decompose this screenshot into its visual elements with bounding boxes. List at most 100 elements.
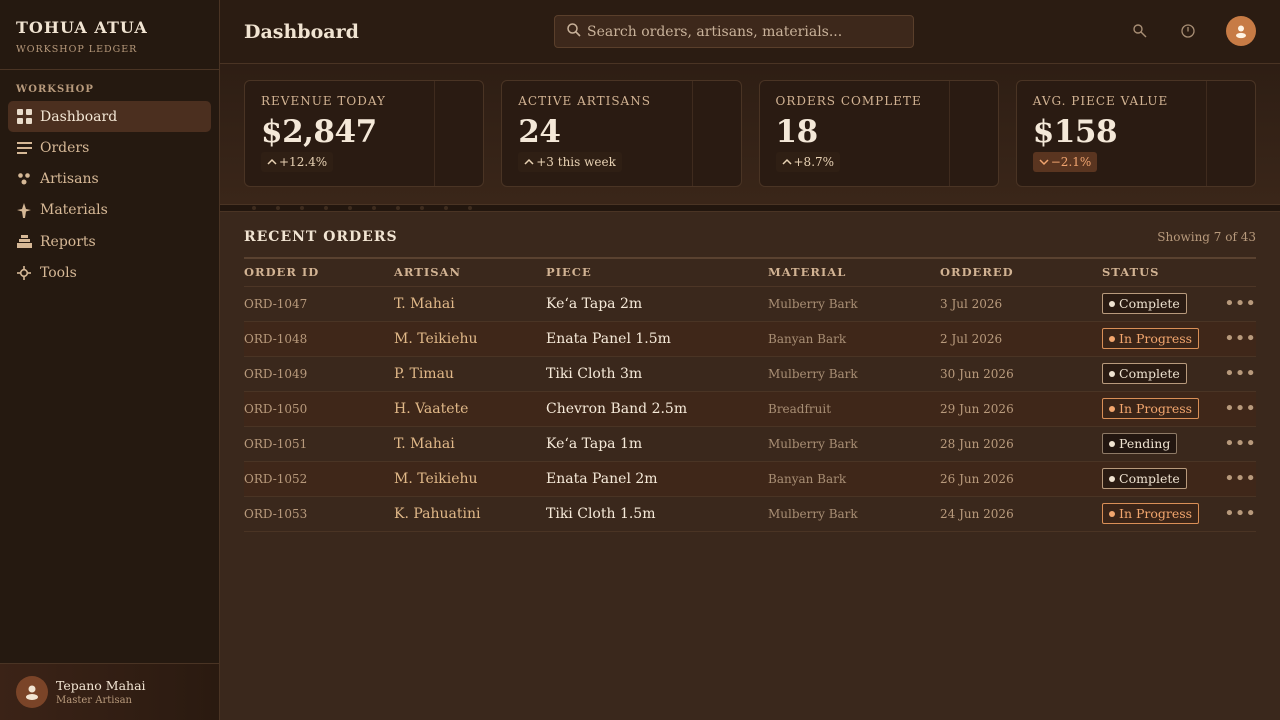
artisan-name[interactable]: H. Vaatete: [394, 391, 546, 427]
piece-name: Tiki Cloth 3m: [546, 356, 768, 392]
row-menu-icon[interactable]: •••: [1222, 426, 1256, 462]
sidebar-item-artisans[interactable]: Artisans: [8, 164, 211, 195]
row-menu-icon[interactable]: •••: [1222, 391, 1256, 427]
order-id[interactable]: ORD-1047: [244, 286, 394, 322]
table-row[interactable]: ORD-1049 P. Timau Tiki Cloth 3m Mulberry Ba…: [244, 356, 1256, 392]
order-id[interactable]: ORD-1049: [244, 356, 394, 392]
grid-icon: [16, 109, 32, 125]
artisan-name[interactable]: M. Teikiehu: [394, 461, 546, 497]
status-badge: Complete: [1102, 293, 1187, 314]
row-menu-icon[interactable]: •••: [1222, 356, 1256, 392]
sidebar-item-label: Reports: [40, 233, 96, 250]
status-text: In Progress: [1119, 331, 1193, 346]
column-header[interactable]: ORDERED: [940, 259, 1102, 287]
brand-title: TOHUA ATUA: [16, 18, 148, 37]
orders-table: ORDER ID ARTISAN PIECE MATERIAL ORDERED …: [244, 259, 1256, 532]
status-text: In Progress: [1119, 506, 1193, 521]
account-avatar[interactable]: [1226, 16, 1256, 46]
power-icon[interactable]: [1178, 21, 1198, 41]
order-date: 3 Jul 2026: [940, 286, 1102, 322]
stat-label: ACTIVE ARTISANS: [518, 94, 651, 108]
sidebar-item-dashboard[interactable]: Dashboard: [8, 101, 211, 132]
column-header-actions: [1222, 259, 1256, 287]
sidebar-item-orders[interactable]: Orders: [8, 132, 211, 163]
sidebar-item-label: Tools: [40, 264, 77, 281]
status-dot: [1109, 405, 1115, 412]
people-icon: [16, 171, 32, 187]
stat-card-avg-value: AVG. PIECE VALUE $158 −2.1%: [1015, 80, 1256, 187]
column-header[interactable]: STATUS: [1102, 259, 1222, 287]
piece-name: Enata Panel 1.5m: [546, 321, 768, 357]
status-text: Complete: [1119, 471, 1180, 486]
brand: TOHUA ATUA WORKSHOP LEDGER: [0, 0, 219, 70]
order-date: 26 Jun 2026: [940, 461, 1102, 497]
column-header[interactable]: ARTISAN: [394, 259, 546, 287]
order-id[interactable]: ORD-1048: [244, 321, 394, 357]
top-actions: [1130, 16, 1256, 46]
order-id[interactable]: ORD-1050: [244, 391, 394, 427]
piece-name: Chevron Band 2.5m: [546, 391, 768, 427]
artisan-name[interactable]: T. Mahai: [394, 426, 546, 462]
status-badge: In Progress: [1102, 398, 1200, 419]
key-icon[interactable]: [1130, 21, 1150, 41]
status-cell: Complete: [1102, 461, 1222, 497]
stat-value: 24: [518, 114, 561, 150]
order-date: 30 Jun 2026: [940, 356, 1102, 392]
stat-delta: +8.7%: [775, 152, 841, 172]
stat-delta-text: +3 this week: [536, 155, 616, 169]
table-header-row: ORDER ID ARTISAN PIECE MATERIAL ORDERED …: [244, 259, 1256, 287]
order-date: 28 Jun 2026: [940, 426, 1102, 462]
search-box[interactable]: [554, 15, 914, 48]
chevron-up-icon: [524, 158, 534, 165]
table-row[interactable]: ORD-1053 K. Pahuatini Tiki Cloth 1.5m Mulbe…: [244, 496, 1256, 532]
stat-card-revenue: REVENUE TODAY $2,847 +12.4%: [244, 80, 485, 187]
piece-name: Keʻa Tapa 1m: [546, 426, 768, 462]
chevron-up-icon: [781, 158, 792, 165]
artisan-name[interactable]: K. Pahuatini: [394, 496, 546, 532]
column-header[interactable]: PIECE: [546, 259, 768, 287]
order-date: 2 Jul 2026: [940, 321, 1102, 357]
sidebar-item-reports[interactable]: Reports: [8, 226, 211, 257]
table-row[interactable]: ORD-1052 M. Teikiehu Enata Panel 2m Banyan …: [244, 461, 1256, 497]
sidebar-item-label: Orders: [40, 139, 90, 156]
stat-label: ORDERS COMPLETE: [775, 94, 922, 108]
artisan-name[interactable]: M. Teikiehu: [394, 321, 546, 357]
sidebar-item-label: Artisans: [40, 171, 99, 188]
user-name: Tepano Mahai: [56, 678, 146, 693]
order-id[interactable]: ORD-1053: [244, 496, 394, 532]
material: Mulberry Bark: [768, 356, 940, 392]
artisan-name[interactable]: P. Timau: [394, 356, 546, 392]
status-cell: In Progress: [1102, 496, 1222, 532]
status-badge: In Progress: [1102, 328, 1200, 349]
stack-icon: [16, 234, 32, 250]
stat-delta: +12.4%: [261, 152, 334, 172]
row-menu-icon[interactable]: •••: [1222, 461, 1256, 497]
search-input[interactable]: [587, 23, 897, 40]
table-row[interactable]: ORD-1048 M. Teikiehu Enata Panel 1.5m Banya…: [244, 321, 1256, 357]
order-id[interactable]: ORD-1052: [244, 461, 394, 497]
user-profile[interactable]: Tepano Mahai Master Artisan: [0, 663, 219, 720]
row-menu-icon[interactable]: •••: [1222, 496, 1256, 532]
row-menu-icon[interactable]: •••: [1222, 286, 1256, 322]
status-badge: Pending: [1102, 433, 1178, 454]
artisan-name[interactable]: T. Mahai: [394, 286, 546, 322]
status-dot: [1109, 475, 1115, 482]
order-date: 24 Jun 2026: [940, 496, 1102, 532]
row-menu-icon[interactable]: •••: [1222, 321, 1256, 357]
piece-name: Tiki Cloth 1.5m: [546, 496, 768, 532]
sidebar-item-materials[interactable]: Materials: [8, 195, 211, 226]
column-header[interactable]: ORDER ID: [244, 259, 394, 287]
status-badge: In Progress: [1102, 503, 1200, 524]
stat-delta-text: −2.1%: [1050, 155, 1092, 169]
table-row[interactable]: ORD-1051 T. Mahai Keʻa Tapa 1m Mulberry Bar…: [244, 426, 1256, 462]
stat-card-artisans: ACTIVE ARTISANS 24 +3 this week: [501, 80, 742, 187]
table-row[interactable]: ORD-1050 H. Vaatete Chevron Band 2.5m Bread…: [244, 391, 1256, 427]
orders-count: Showing 7 of 43: [1157, 230, 1256, 244]
status-cell: In Progress: [1102, 321, 1222, 357]
table-row[interactable]: ORD-1047 T. Mahai Keʻa Tapa 2m Mulberry Bar…: [244, 286, 1256, 322]
column-header[interactable]: MATERIAL: [768, 259, 940, 287]
order-id[interactable]: ORD-1051: [244, 426, 394, 462]
sidebar-item-label: Dashboard: [40, 108, 118, 125]
sidebar-item-tools[interactable]: Tools: [8, 257, 211, 288]
stat-value: 18: [775, 114, 819, 150]
